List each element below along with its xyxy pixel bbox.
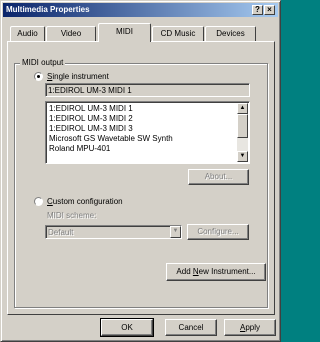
close-button[interactable]: × — [264, 5, 275, 15]
chevron-down-icon[interactable]: ▼ — [170, 226, 181, 238]
list-item[interactable]: 1:EDIROL UM-3 MIDI 3 — [47, 124, 173, 134]
midi-output-group-label: MIDI output — [20, 57, 66, 68]
tab-audio[interactable]: Audio — [10, 26, 45, 42]
custom-configuration-radio[interactable] — [34, 197, 43, 206]
tab-cd-music[interactable]: CD Music — [152, 26, 204, 42]
selected-instrument-field: 1:EDIROL UM-3 MIDI 1 — [45, 83, 250, 97]
window-title: Multimedia Properties — [6, 5, 90, 14]
scroll-up-arrow-icon[interactable]: ▲ — [237, 103, 248, 114]
multimedia-properties-window: Multimedia Properties ? × Audio Video MI… — [0, 0, 281, 342]
midi-scheme-label: MIDI scheme: — [47, 211, 97, 220]
about-button[interactable]: About... — [188, 169, 249, 185]
ok-button[interactable]: OK — [100, 318, 154, 337]
instrument-list-scrollbar[interactable]: ▲ ▼ — [237, 103, 248, 162]
tab-video[interactable]: Video — [46, 26, 96, 42]
midi-scheme-value: Default — [48, 228, 74, 237]
list-item[interactable]: Microsoft GS Wavetable SW Synth — [47, 134, 173, 144]
configure-button[interactable]: Configure... — [187, 224, 249, 240]
list-item[interactable]: 1:EDIROL UM-3 MIDI 1 — [47, 104, 173, 114]
cancel-button[interactable]: Cancel — [165, 319, 217, 336]
help-button[interactable]: ? — [252, 5, 263, 15]
apply-button[interactable]: Apply — [224, 319, 276, 336]
instrument-list[interactable]: 1:EDIROL UM-3 MIDI 1 1:EDIROL UM-3 MIDI … — [45, 101, 250, 164]
tab-devices[interactable]: Devices — [205, 26, 256, 42]
single-instrument-radio[interactable] — [34, 72, 43, 81]
scroll-down-arrow-icon[interactable]: ▼ — [237, 151, 248, 162]
scroll-thumb[interactable] — [237, 114, 248, 138]
midi-scheme-dropdown[interactable]: Default ▼ — [45, 225, 182, 239]
single-instrument-label[interactable]: Single instrument — [47, 71, 109, 82]
title-bar[interactable]: Multimedia Properties ? × — [3, 3, 278, 17]
custom-configuration-label[interactable]: Custom configuration — [47, 196, 123, 207]
instrument-list-items: 1:EDIROL UM-3 MIDI 1 1:EDIROL UM-3 MIDI … — [47, 104, 173, 154]
selected-instrument-value: 1:EDIROL UM-3 MIDI 1 — [48, 86, 132, 95]
radio-selected-dot — [37, 75, 40, 78]
add-new-instrument-button[interactable]: Add New Instrument... — [166, 263, 266, 281]
list-item[interactable]: 1:EDIROL UM-3 MIDI 2 — [47, 114, 173, 124]
tab-midi[interactable]: MIDI — [98, 23, 151, 42]
list-item[interactable]: Roland MPU-401 — [47, 144, 173, 154]
